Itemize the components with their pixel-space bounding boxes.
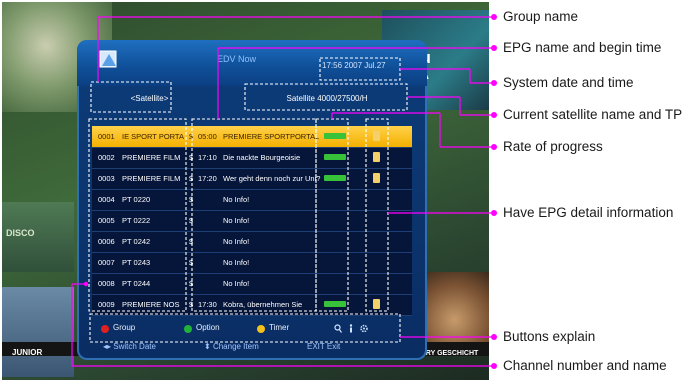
buttons-highlight xyxy=(89,313,401,343)
callout-layer xyxy=(71,14,497,369)
callout-label-epg-name: EPG name and begin time xyxy=(503,40,662,55)
callout-label-epg-detail: Have EPG detail information xyxy=(503,205,674,220)
epg-name-highlight xyxy=(191,118,317,312)
stage: zu IA DISCO JUNIOR OVERY GESCHICHT EDV N… xyxy=(0,0,691,385)
progress-highlight xyxy=(315,118,349,312)
callout-label-system-date: System date and time xyxy=(503,75,634,90)
dashed-highlight-boxes xyxy=(88,57,408,343)
callout-end-dots xyxy=(83,14,497,369)
callout-label-buttons: Buttons explain xyxy=(503,329,596,344)
callout-label-satellite: Current satellite name and TP xyxy=(503,107,683,122)
channel-highlight xyxy=(88,118,187,312)
epg-detail-highlight xyxy=(365,118,389,312)
callout-label-progress: Rate of progress xyxy=(503,139,603,154)
satellite-highlight xyxy=(244,83,408,111)
group-name-highlight xyxy=(90,81,172,113)
callout-label-channel: Channel number and name xyxy=(503,358,667,373)
callout-label-group-name: Group name xyxy=(503,9,579,24)
datetime-highlight xyxy=(319,57,401,81)
